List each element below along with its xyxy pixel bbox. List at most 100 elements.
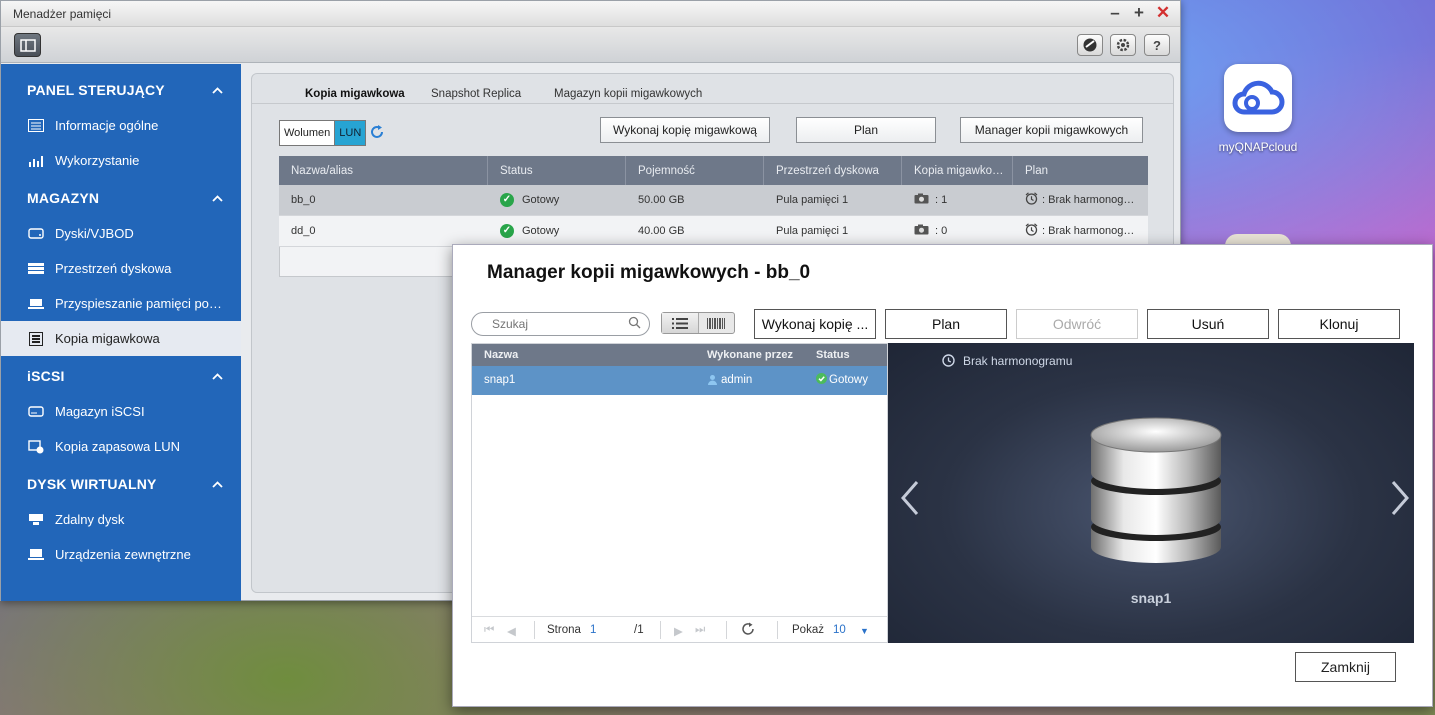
sidebar-item[interactable]: Kopia zapasowa LUN [1,429,241,464]
table-row[interactable]: dd_0 ✓ Gotowy 40.00 GB Pula pamięci 1: 0: Br… [279,216,1148,247]
sidebar-section-label: MAGAZYN [27,190,100,206]
sidebar-item[interactable]: Informacje ogólne [1,108,241,143]
sidebar-item[interactable]: Zdalny dysk [1,502,241,537]
storage-space-icon [27,262,45,276]
last-page-icon[interactable]: ⏭ [695,624,705,637]
table-cell: Pula pamięci 1 [764,185,902,215]
search-icon [628,316,641,332]
sidebar-item-label: Informacje ogólne [55,118,159,133]
table-cell: dd_0 [279,216,488,246]
snapshot-row[interactable]: snap1 admin Gotowy [472,366,887,395]
title-bar: Menadżer pamięci – + ✕ [1,1,1180,27]
clone-button[interactable]: Klonuj [1278,309,1400,339]
take-snapshot-button[interactable]: Wykonaj kopię ... [754,309,876,339]
table-cell: bb_0 [279,185,488,215]
column-header[interactable]: Pojemność [626,156,764,185]
column-header[interactable]: Status [488,156,626,185]
column-header[interactable]: Nazwa/alias [279,156,488,185]
chevron-up-icon[interactable] [212,191,223,205]
schedule-button[interactable]: Plan [885,309,1007,339]
table-cell: : 0 [902,216,1013,246]
column-header[interactable]: Przestrzeń dyskowa [764,156,902,185]
sidebar-item[interactable]: Przyspieszanie pamięci po… [1,286,241,321]
toggle-sidebar-icon[interactable] [14,33,41,57]
sidebar-section[interactable]: iSCSI [1,358,241,394]
remote-disk-icon [27,513,45,527]
column-header[interactable]: Wykonane przez [707,349,793,361]
page-input[interactable]: 1 [590,624,596,636]
tab-snapshot[interactable]: Kopia migawkowa [305,88,405,100]
sidebar-section[interactable]: MAGAZYN [1,180,241,216]
maximize-icon[interactable]: + [1130,4,1148,22]
sidebar-item-label: Przestrzeń dyskowa [55,261,172,276]
revert-button[interactable]: Odwróć [1016,309,1138,339]
cache-icon [27,297,45,311]
search-input[interactable] [492,317,622,331]
minimize-icon[interactable]: – [1106,4,1124,22]
column-header[interactable]: Plan [1013,156,1148,185]
desktop-icon-myqnapcloud[interactable]: myQNAPcloud [1212,64,1304,154]
sidebar-item[interactable]: Kopia migawkowa [1,321,241,356]
table-row[interactable]: bb_0 ✓ Gotowy 50.00 GB Pula pamięci 1: 1: Br… [279,185,1148,216]
next-page-icon[interactable]: ▶ [674,624,683,638]
table-cell: ✓ Gotowy [488,216,626,246]
volume-lun-toggle: Wolumen LUN [279,120,367,146]
page-size-value[interactable]: 10 [833,624,846,636]
desktop-icon-label: myQNAPcloud [1218,140,1298,154]
sidebar-item[interactable]: Przestrzeń dyskowa [1,251,241,286]
refresh-icon[interactable] [369,124,385,143]
cell-text: : 1 [935,194,948,206]
sidebar-item[interactable]: Wykorzystanie [1,143,241,178]
prev-page-icon[interactable]: ◀ [507,624,516,638]
close-button[interactable]: Zamknij [1295,652,1396,682]
volume-toggle[interactable]: Wolumen [280,121,334,145]
snapshot-manager-button[interactable]: Manager kopii migawkowych [960,117,1143,143]
chevron-up-icon[interactable] [212,477,223,491]
delete-button[interactable]: Usuń [1147,309,1269,339]
sidebar-section-label: iSCSI [27,368,65,384]
tab-snapshot-replica[interactable]: Snapshot Replica [431,88,521,100]
page-label: Strona [547,624,581,636]
view-toggle [661,312,735,334]
help-icon[interactable]: ? [1144,34,1170,56]
first-page-icon[interactable]: ⏮ [484,624,494,637]
tab-bar: Kopia migawkowa Snapshot Replica Magazyn… [252,74,1173,104]
list-view-icon[interactable] [662,313,699,333]
sidebar-item[interactable]: Magazyn iSCSI [1,394,241,429]
chevron-up-icon[interactable] [212,369,223,383]
sidebar-item-label: Wykorzystanie [55,153,140,168]
cell-text: 40.00 GB [638,225,685,237]
sidebar-section[interactable]: DYSK WIRTUALNY [1,466,241,502]
snapshot-author: admin [721,374,753,386]
close-icon[interactable]: ✕ [1154,4,1172,22]
camera-icon [914,224,929,238]
take-snapshot-button[interactable]: Wykonaj kopię migawkową [600,117,770,143]
lun-toggle[interactable]: LUN [334,121,366,145]
disk-icon [27,227,45,241]
external-device-icon [27,548,45,562]
sidebar-item-label: Magazyn iSCSI [55,404,145,419]
settings-gear-icon[interactable] [1110,34,1136,56]
chevron-left-icon[interactable] [900,480,920,519]
sidebar-item[interactable]: Dyski/VJBOD [1,216,241,251]
cell-text: Gotowy [522,225,560,237]
sidebar-section[interactable]: PANEL STERUJĄCY [1,72,241,108]
column-header[interactable]: Status [816,349,850,361]
refresh-icon[interactable] [741,622,755,639]
sidebar-item[interactable]: Urządzenia zewnętrzne [1,537,241,572]
chevron-down-icon[interactable]: ▼ [860,626,869,636]
snapshot-preview: Brak harmonogramu snap1 [888,343,1414,643]
timeline-view-icon[interactable] [699,313,735,333]
chevron-right-icon[interactable] [1390,480,1410,519]
sidebar: PANEL STERUJĄCY Informacje ogólne Wykorzys… [1,64,241,601]
snapshot-app-icon[interactable] [1077,34,1103,56]
column-header[interactable]: Nazwa [484,349,518,361]
column-header[interactable]: Kopia migawko… [902,156,1013,185]
table-cell: Pula pamięci 1 [764,216,902,246]
schedule-button[interactable]: Plan [796,117,936,143]
search-field[interactable] [471,312,650,336]
tab-snapshot-vault[interactable]: Magazyn kopii migawkowych [554,88,702,100]
sidebar-section-label: PANEL STERUJĄCY [27,82,165,98]
sidebar-item-label: Zdalny dysk [55,512,125,527]
chevron-up-icon[interactable] [212,83,223,97]
